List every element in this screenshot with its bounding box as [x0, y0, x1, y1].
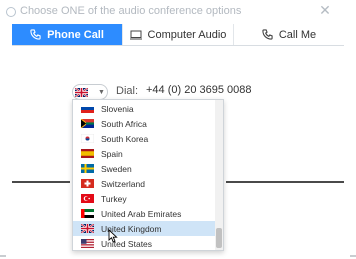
list-item-south-africa[interactable]: South Africa — [73, 116, 217, 131]
uk-flag-icon — [75, 87, 89, 97]
phone-icon — [30, 29, 41, 40]
close-icon[interactable]: ✕ — [318, 3, 332, 17]
divider — [12, 181, 70, 183]
dial-label: Dial: — [116, 85, 139, 97]
list-item-label: South Africa — [101, 118, 147, 129]
south-africa-flag-icon — [81, 119, 94, 128]
list-item-united-kingdom[interactable]: United Kingdom — [73, 221, 217, 236]
list-item-label: South Korea — [101, 133, 149, 144]
list-item-label: United Arab Emirates — [101, 208, 182, 219]
uk-flag-icon — [81, 224, 94, 233]
mouse-cursor-icon — [108, 229, 118, 243]
divider — [226, 181, 344, 183]
tab-computer-audio[interactable]: Computer Audio — [123, 24, 234, 45]
tab-call-me[interactable]: Call Me — [234, 24, 344, 45]
divider — [350, 255, 356, 257]
title-bar: Choose ONE of the audio conference optio… — [0, 0, 356, 24]
list-item-label: Turkey — [101, 193, 127, 204]
dial-number: +44 (0) 20 3695 0088 — [146, 84, 252, 96]
list-item-label: Spain — [101, 148, 123, 159]
divider — [0, 255, 6, 257]
us-flag-icon — [81, 239, 94, 248]
slovenia-flag-icon — [81, 104, 94, 113]
sweden-flag-icon — [81, 164, 94, 173]
scrollbar[interactable] — [215, 100, 223, 250]
scrollbar-thumb[interactable] — [216, 228, 222, 248]
south-korea-flag-icon — [81, 134, 94, 143]
country-dropdown-list[interactable]: Slovenia South Africa South Korea Spain … — [72, 99, 224, 251]
list-item-sweden[interactable]: Sweden — [73, 161, 217, 176]
list-item-slovenia[interactable]: Slovenia — [73, 101, 217, 116]
uae-flag-icon — [81, 209, 94, 218]
list-item-label: Switzerland — [101, 178, 145, 189]
phone-icon — [262, 29, 273, 40]
tab-label: Phone Call — [47, 28, 104, 41]
list-item-turkey[interactable]: Turkey — [73, 191, 217, 206]
turkey-flag-icon — [81, 194, 94, 203]
window-title: Choose ONE of the audio conference optio… — [20, 5, 242, 17]
switzerland-flag-icon — [81, 179, 94, 188]
list-item-uae[interactable]: United Arab Emirates — [73, 206, 217, 221]
info-icon — [6, 7, 16, 17]
list-item-switzerland[interactable]: Switzerland — [73, 176, 217, 191]
list-item-united-states[interactable]: United States — [73, 236, 217, 250]
list-item-south-korea[interactable]: South Korea — [73, 131, 217, 146]
tab-label: Computer Audio — [147, 28, 227, 41]
list-item-label: Slovenia — [101, 103, 134, 114]
list-item-spain[interactable]: Spain — [73, 146, 217, 161]
chevron-down-icon: ▼ — [98, 88, 105, 96]
tab-phone-call[interactable]: Phone Call — [12, 24, 123, 45]
country-select-button[interactable]: ▼ — [72, 84, 108, 100]
monitor-icon — [129, 30, 142, 40]
tab-label: Call Me — [278, 28, 317, 41]
spain-flag-icon — [81, 149, 94, 158]
list-item-label: Sweden — [101, 163, 132, 174]
audio-option-tabs: Phone Call Computer Audio Call Me — [12, 24, 344, 46]
